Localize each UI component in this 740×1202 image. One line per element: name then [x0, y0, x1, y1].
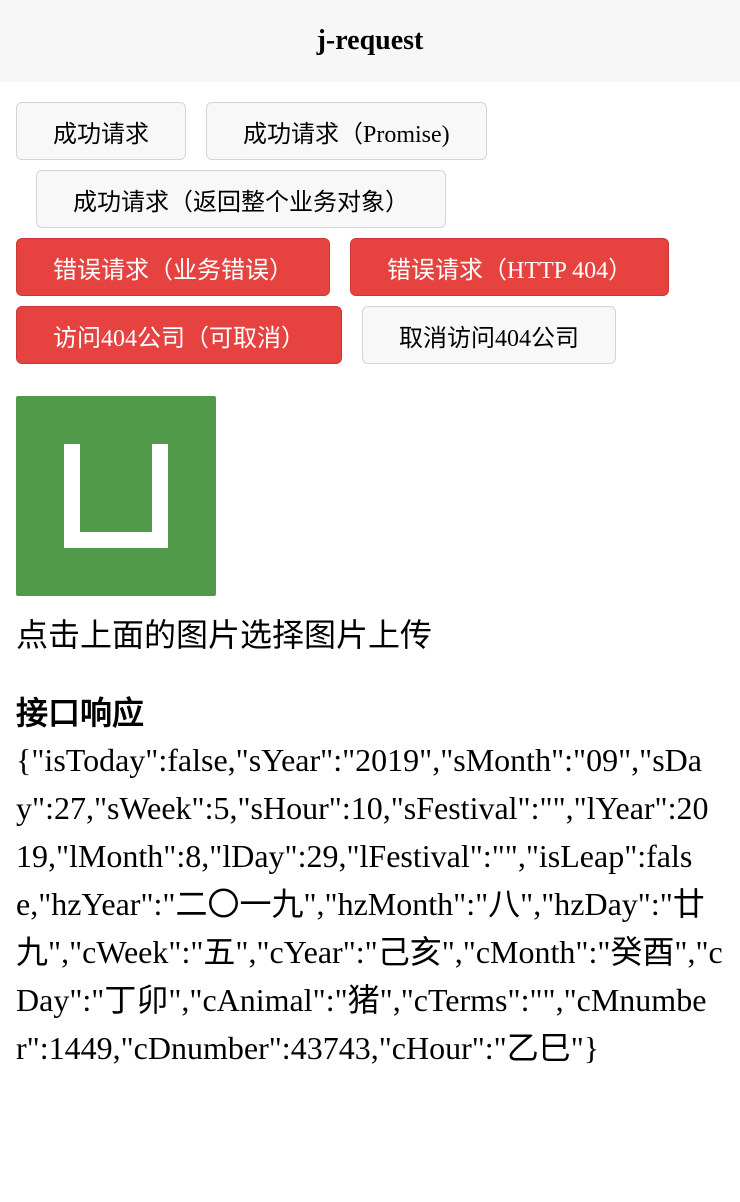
visit-404-cancelable-button[interactable]: 访问404公司（可取消） [16, 306, 342, 364]
upload-u-icon [64, 444, 168, 548]
response-body: {"isToday":false,"sYear":"2019","sMonth"… [16, 742, 723, 1066]
response-title: 接口响应 [16, 695, 145, 731]
upload-hint: 点击上面的图片选择图片上传 [16, 617, 433, 653]
button-group: 成功请求 成功请求（Promise) 成功请求（返回整个业务对象） 错误请求（业… [0, 82, 740, 374]
nav-bar: j-request [0, 0, 740, 82]
page-title: j-request [316, 25, 424, 56]
success-request-button[interactable]: 成功请求 [16, 102, 186, 160]
error-http-404-button[interactable]: 错误请求（HTTP 404） [350, 238, 670, 296]
cancel-visit-404-button[interactable]: 取消访问404公司 [362, 306, 616, 364]
success-whole-object-button[interactable]: 成功请求（返回整个业务对象） [36, 170, 446, 228]
upload-image[interactable] [16, 396, 216, 596]
success-promise-button[interactable]: 成功请求（Promise) [206, 102, 487, 160]
error-business-button[interactable]: 错误请求（业务错误） [16, 238, 330, 296]
